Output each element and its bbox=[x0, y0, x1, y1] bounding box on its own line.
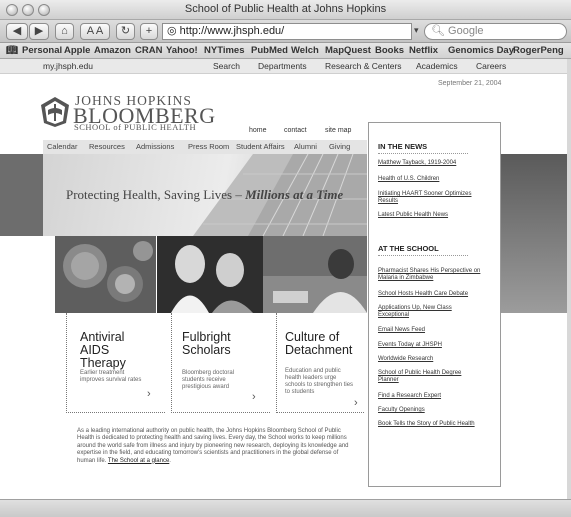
status-bar bbox=[0, 499, 571, 517]
book-icon[interactable]: 📖︎ bbox=[6, 45, 18, 56]
bookmark-cran[interactable]: CRAN bbox=[135, 45, 162, 56]
bookmark-apple[interactable]: Apple bbox=[64, 45, 90, 56]
nav-academics[interactable]: Academics bbox=[416, 61, 458, 71]
bookmark-yahoo[interactable]: Yahoo! bbox=[166, 45, 198, 56]
search-field[interactable]: 🔍︎ Google bbox=[424, 23, 567, 40]
globe-icon: ◎ bbox=[167, 25, 177, 37]
nav-student-affairs[interactable]: Student Affairs bbox=[236, 142, 285, 151]
school-link[interactable]: Book Tells the Story of Public Health bbox=[378, 421, 496, 428]
card-title: Antiviral AIDS Therapy bbox=[80, 330, 126, 370]
school-link[interactable]: School Hosts Health Care Debate bbox=[378, 291, 496, 298]
nav-my-jhsph[interactable]: my.jhsph.edu bbox=[43, 61, 93, 71]
nav-admissions[interactable]: Admissions bbox=[136, 142, 174, 151]
link-home[interactable]: home bbox=[249, 127, 267, 134]
text-size-button[interactable]: A A bbox=[80, 23, 110, 40]
school-link[interactable]: Faculty Openings bbox=[378, 407, 496, 414]
bookmark-nytimes[interactable]: NYTimes bbox=[204, 45, 244, 56]
reload-icon: ↻ bbox=[120, 25, 131, 37]
school-link[interactable]: Email News Feed bbox=[378, 327, 496, 334]
link-site-map[interactable]: site map bbox=[325, 127, 351, 134]
bookmark-netflix[interactable]: Netflix bbox=[409, 45, 438, 56]
hero-tagline-emphasis: Millions at a Time bbox=[245, 187, 344, 202]
card-description: Earlier treatment improves survival rates bbox=[80, 370, 142, 383]
card-description: Education and public health leaders urge s… bbox=[285, 368, 354, 395]
nav-resources[interactable]: Resources bbox=[89, 142, 125, 151]
feature-card-culture[interactable]: Culture of Detachment Education and publi… bbox=[276, 313, 364, 413]
page-date: September 21, 2004 bbox=[438, 80, 502, 87]
back-button[interactable]: ◀ bbox=[6, 23, 28, 40]
nav-press-room[interactable]: Press Room bbox=[188, 142, 229, 151]
bookmark-rogerpeng[interactable]: RogerPeng bbox=[513, 45, 564, 56]
in-the-news-heading: IN THE NEWS bbox=[378, 142, 428, 151]
bookmark-mapquest[interactable]: MapQuest bbox=[325, 45, 371, 56]
window-titlebar: School of Public Health at Johns Hopkins bbox=[0, 0, 571, 20]
nav-calendar[interactable]: Calendar bbox=[47, 142, 77, 151]
feature-card-fulbright[interactable]: Fulbright Scholars Bloomberg doctoral stud… bbox=[171, 313, 270, 413]
school-link[interactable]: Find a Research Expert bbox=[378, 393, 496, 400]
divider bbox=[378, 153, 468, 154]
address-dropdown-icon[interactable]: ▾ bbox=[414, 25, 419, 36]
section-navigation: Calendar Resources Admissions Press Room… bbox=[43, 140, 367, 154]
news-link[interactable]: Health of U.S. Children bbox=[378, 176, 496, 183]
photo-scholars[interactable] bbox=[157, 236, 263, 313]
address-bar[interactable]: ◎ http://www.jhsph.edu/ bbox=[162, 23, 412, 40]
school-at-a-glance-link[interactable]: The School at a glance bbox=[108, 458, 169, 464]
news-link[interactable]: Matthew Tayback, 1919-2004 bbox=[378, 160, 496, 167]
card-title: Culture of Detachment bbox=[285, 330, 353, 357]
search-icon: 🔍︎ bbox=[431, 25, 445, 37]
add-bookmark-button[interactable]: + bbox=[140, 23, 158, 40]
hero-tagline: Protecting Health, Saving Lives – Millio… bbox=[66, 187, 344, 202]
chevron-right-icon[interactable]: › bbox=[147, 388, 151, 400]
nav-departments[interactable]: Departments bbox=[258, 61, 307, 71]
top-navigation: my.jhsph.edu Search Departments Research… bbox=[0, 59, 571, 74]
bookmarks-bar: 📖︎ Personal Apple Amazon CRAN Yahoo! NYT… bbox=[0, 43, 571, 59]
logo-school-of-public-health[interactable]: SCHOOL of PUBLIC HEALTH bbox=[74, 122, 196, 132]
chevron-right-icon[interactable]: › bbox=[252, 391, 256, 403]
school-link[interactable]: Pharmacist Shares His Perspective on Mal… bbox=[378, 268, 490, 282]
bookmark-pubmed[interactable]: PubMed bbox=[251, 45, 288, 56]
school-link[interactable]: Applications Up, New Class Exceptional bbox=[378, 305, 476, 319]
link-contact[interactable]: contact bbox=[284, 127, 307, 134]
bookmark-genomics-day[interactable]: Genomics Day bbox=[448, 45, 514, 56]
about-paragraph: As a leading international authority on … bbox=[77, 428, 349, 464]
home-button[interactable]: ⌂ bbox=[55, 23, 74, 40]
university-seal-icon bbox=[41, 97, 69, 127]
vertical-scrollbar[interactable] bbox=[567, 59, 571, 499]
nav-search[interactable]: Search bbox=[213, 61, 240, 71]
window-title: School of Public Health at Johns Hopkins bbox=[184, 3, 387, 15]
at-the-school-heading: AT THE SCHOOL bbox=[378, 244, 439, 253]
news-link[interactable]: Initiating HAART Sooner Optimizes Result… bbox=[378, 191, 490, 205]
back-arrow-icon: ◀ bbox=[12, 25, 22, 37]
browser-toolbar: ◀ ▶ ⌂ A A ↻ + ◎ http://www.jhsph.edu/ ▾ … bbox=[0, 20, 571, 43]
bookmark-books[interactable]: Books bbox=[375, 45, 404, 56]
school-link[interactable]: Worldwide Research bbox=[378, 356, 496, 363]
chevron-right-icon[interactable]: › bbox=[354, 397, 358, 409]
hero-side-band bbox=[0, 154, 43, 236]
card-description: Bloomberg doctoral students receive presti… bbox=[182, 370, 235, 390]
bookmark-amazon[interactable]: Amazon bbox=[94, 45, 131, 56]
plus-icon: + bbox=[145, 25, 153, 37]
forward-arrow-icon: ▶ bbox=[34, 25, 44, 37]
nav-giving[interactable]: Giving bbox=[329, 142, 350, 151]
home-icon: ⌂ bbox=[61, 25, 68, 37]
nav-alumni[interactable]: Alumni bbox=[294, 142, 317, 151]
nav-careers[interactable]: Careers bbox=[476, 61, 506, 71]
nav-research-centers[interactable]: Research & Centers bbox=[325, 61, 402, 71]
bookmark-welch[interactable]: Welch bbox=[291, 45, 319, 56]
sidebar-image bbox=[500, 154, 567, 313]
bookmark-personal[interactable]: Personal bbox=[22, 45, 62, 56]
photo-students[interactable] bbox=[263, 236, 367, 313]
news-link[interactable]: Latest Public Health News bbox=[378, 212, 496, 219]
forward-button[interactable]: ▶ bbox=[29, 23, 49, 40]
school-link[interactable]: Events Today at JHSPH bbox=[378, 342, 496, 349]
school-link[interactable]: School of Public Health Degree Planner bbox=[378, 370, 478, 384]
card-title: Fulbright Scholars bbox=[182, 330, 231, 357]
divider bbox=[378, 255, 468, 256]
feature-card-antiviral[interactable]: Antiviral AIDS Therapy Earlier treatment im… bbox=[66, 313, 165, 413]
photo-virus[interactable] bbox=[55, 236, 156, 313]
reload-button[interactable]: ↻ bbox=[116, 23, 135, 40]
